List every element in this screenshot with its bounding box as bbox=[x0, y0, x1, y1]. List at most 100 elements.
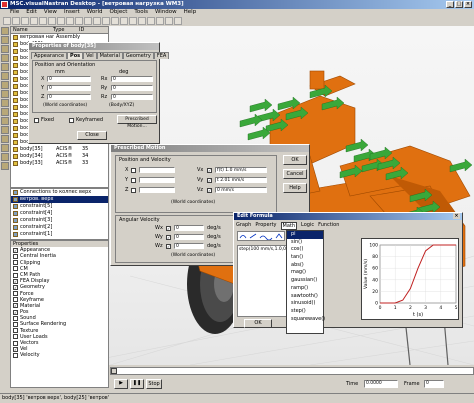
cylinder-icon[interactable] bbox=[138, 17, 146, 25]
connection-row[interactable]: constraint[1] bbox=[11, 231, 108, 238]
sphere-icon[interactable] bbox=[129, 17, 137, 25]
formula-tab-graph[interactable]: Graph bbox=[236, 222, 251, 230]
math-menu-item[interactable]: sinusoid() bbox=[287, 300, 323, 308]
tool-16-icon[interactable] bbox=[1, 162, 9, 170]
connections-list[interactable]: Connections to колпес верх ветров. верх co… bbox=[10, 188, 109, 240]
wx-checkbox[interactable]: ✓ bbox=[166, 225, 171, 231]
property-checkbox[interactable] bbox=[13, 260, 18, 266]
tool-3-icon[interactable] bbox=[1, 45, 9, 53]
menu-edit[interactable]: Edit bbox=[26, 9, 37, 16]
select-icon[interactable] bbox=[75, 17, 83, 25]
pm-x-checkbox[interactable] bbox=[131, 167, 136, 173]
wy-field[interactable]: 0 bbox=[174, 234, 204, 240]
spring-icon[interactable] bbox=[156, 17, 164, 25]
menu-window[interactable]: Window bbox=[155, 9, 177, 16]
joint-icon[interactable] bbox=[147, 17, 155, 25]
property-checkbox[interactable] bbox=[13, 253, 18, 259]
math-menu-item[interactable]: pi bbox=[287, 231, 323, 239]
tab-appearance[interactable]: Appearance bbox=[31, 52, 68, 59]
property-checkbox[interactable] bbox=[13, 328, 18, 334]
pm-z-checkbox[interactable] bbox=[131, 187, 136, 193]
undo-icon[interactable] bbox=[66, 17, 74, 25]
tool-6-icon[interactable] bbox=[1, 72, 9, 80]
formula-tab-math[interactable]: Math bbox=[280, 222, 298, 230]
pm-cancel-button[interactable]: Cancel bbox=[283, 169, 307, 179]
pm-vy-checkbox[interactable]: ✓ bbox=[207, 177, 212, 183]
math-menu-item[interactable]: tan() bbox=[287, 254, 323, 262]
pm-x-field[interactable] bbox=[139, 167, 175, 173]
property-checkbox[interactable] bbox=[13, 352, 18, 358]
fixed-checkbox[interactable] bbox=[34, 117, 39, 123]
tree-col-name[interactable]: Name bbox=[13, 27, 51, 33]
property-checkbox[interactable]: ✓ bbox=[13, 309, 18, 315]
connection-row[interactable]: constraint[2] bbox=[11, 224, 108, 231]
property-checkbox[interactable] bbox=[13, 266, 18, 272]
open-icon[interactable] bbox=[12, 17, 20, 25]
math-menu-item[interactable]: gaussian() bbox=[287, 277, 323, 285]
math-menu-item[interactable]: ramp() bbox=[287, 285, 323, 293]
pm-vz-field[interactable]: 0 mm/s bbox=[215, 187, 267, 193]
tree-col-id[interactable]: ID bbox=[79, 27, 84, 33]
pause-button[interactable]: ❚❚ bbox=[130, 379, 144, 389]
pm-vy-field[interactable]: t 2.01 mm/s bbox=[215, 177, 267, 183]
pm-vx-checkbox[interactable]: ✓ bbox=[207, 167, 212, 173]
keyframed-checkbox[interactable] bbox=[69, 117, 74, 123]
pm-y-field[interactable] bbox=[139, 177, 175, 183]
menu-view[interactable]: View bbox=[44, 9, 57, 16]
menu-world[interactable]: World bbox=[87, 9, 103, 16]
tool-2-icon[interactable] bbox=[1, 36, 9, 44]
pm-ok-button[interactable]: OK bbox=[283, 155, 307, 165]
formula-text[interactable]: step(100 mm/s,1.0,0) bbox=[239, 247, 288, 252]
connection-row[interactable]: constraint[3] bbox=[11, 217, 108, 224]
property-row[interactable]: Velocity bbox=[11, 352, 108, 358]
curve-tools-icon[interactable] bbox=[238, 232, 284, 241]
tool-11-icon[interactable] bbox=[1, 117, 9, 125]
tool-10-icon[interactable] bbox=[1, 108, 9, 116]
math-menu-item[interactable]: sin() bbox=[287, 239, 323, 247]
tab-geometry[interactable]: Geometry bbox=[122, 52, 154, 59]
formula-close-icon[interactable]: × bbox=[453, 213, 460, 219]
math-menu-item[interactable]: sawtooth() bbox=[287, 293, 323, 301]
pm-y-checkbox[interactable] bbox=[131, 177, 136, 183]
stop-button[interactable]: Stop bbox=[146, 379, 162, 389]
pm-z-field[interactable] bbox=[139, 187, 175, 193]
meter-icon[interactable] bbox=[165, 17, 173, 25]
property-checkbox[interactable] bbox=[13, 334, 18, 340]
property-checkbox[interactable] bbox=[13, 315, 18, 321]
tool-15-icon[interactable] bbox=[1, 153, 9, 161]
math-menu-item[interactable]: step() bbox=[287, 308, 323, 316]
rz-field[interactable]: 0 bbox=[111, 94, 153, 100]
tool-13-icon[interactable] bbox=[1, 135, 9, 143]
fit-icon[interactable] bbox=[111, 17, 119, 25]
connection-row[interactable]: Connections to колпес верх bbox=[11, 189, 108, 196]
formula-tab-property[interactable]: Property bbox=[255, 222, 276, 230]
tool-12-icon[interactable] bbox=[1, 126, 9, 134]
tool-4-icon[interactable] bbox=[1, 54, 9, 62]
connection-row[interactable]: constraint[5] bbox=[11, 203, 108, 210]
paste-icon[interactable] bbox=[57, 17, 65, 25]
pan-icon[interactable] bbox=[102, 17, 110, 25]
menu-file[interactable]: File bbox=[10, 9, 19, 16]
property-checkbox[interactable]: ✓ bbox=[13, 247, 18, 253]
play-button[interactable]: ▶ bbox=[114, 379, 128, 389]
property-checkbox[interactable] bbox=[13, 291, 18, 297]
properties-panel[interactable]: Properties ✓ Appearance Central Inertia Cli… bbox=[10, 240, 109, 388]
math-menu-item[interactable]: abs() bbox=[287, 262, 323, 270]
property-checkbox[interactable]: ✓ bbox=[13, 278, 18, 284]
connection-row[interactable]: ветров. верх bbox=[11, 196, 108, 203]
tab-material[interactable]: Material bbox=[96, 52, 123, 59]
tab-vel[interactable]: Vel bbox=[83, 52, 97, 59]
prescribed-motion-button[interactable]: Prescribed Motion... bbox=[117, 115, 157, 129]
wx-field[interactable]: 0 bbox=[174, 225, 204, 231]
y-field[interactable]: 0 bbox=[47, 85, 91, 91]
wy-checkbox[interactable]: ✓ bbox=[166, 234, 171, 240]
tool-1-icon[interactable] bbox=[1, 27, 9, 35]
wz-field[interactable]: 0 bbox=[174, 243, 204, 249]
close-dialog-button[interactable]: Close bbox=[77, 131, 107, 140]
maximize-button[interactable]: □ bbox=[455, 1, 463, 8]
formula-tab-logic[interactable]: Logic bbox=[301, 222, 314, 230]
math-menu-item[interactable]: mag() bbox=[287, 269, 323, 277]
pm-vx-field[interactable]: f(t) 1.0 mm/s bbox=[215, 167, 267, 173]
menu-insert[interactable]: Insert bbox=[64, 9, 80, 16]
cut-icon[interactable] bbox=[39, 17, 47, 25]
